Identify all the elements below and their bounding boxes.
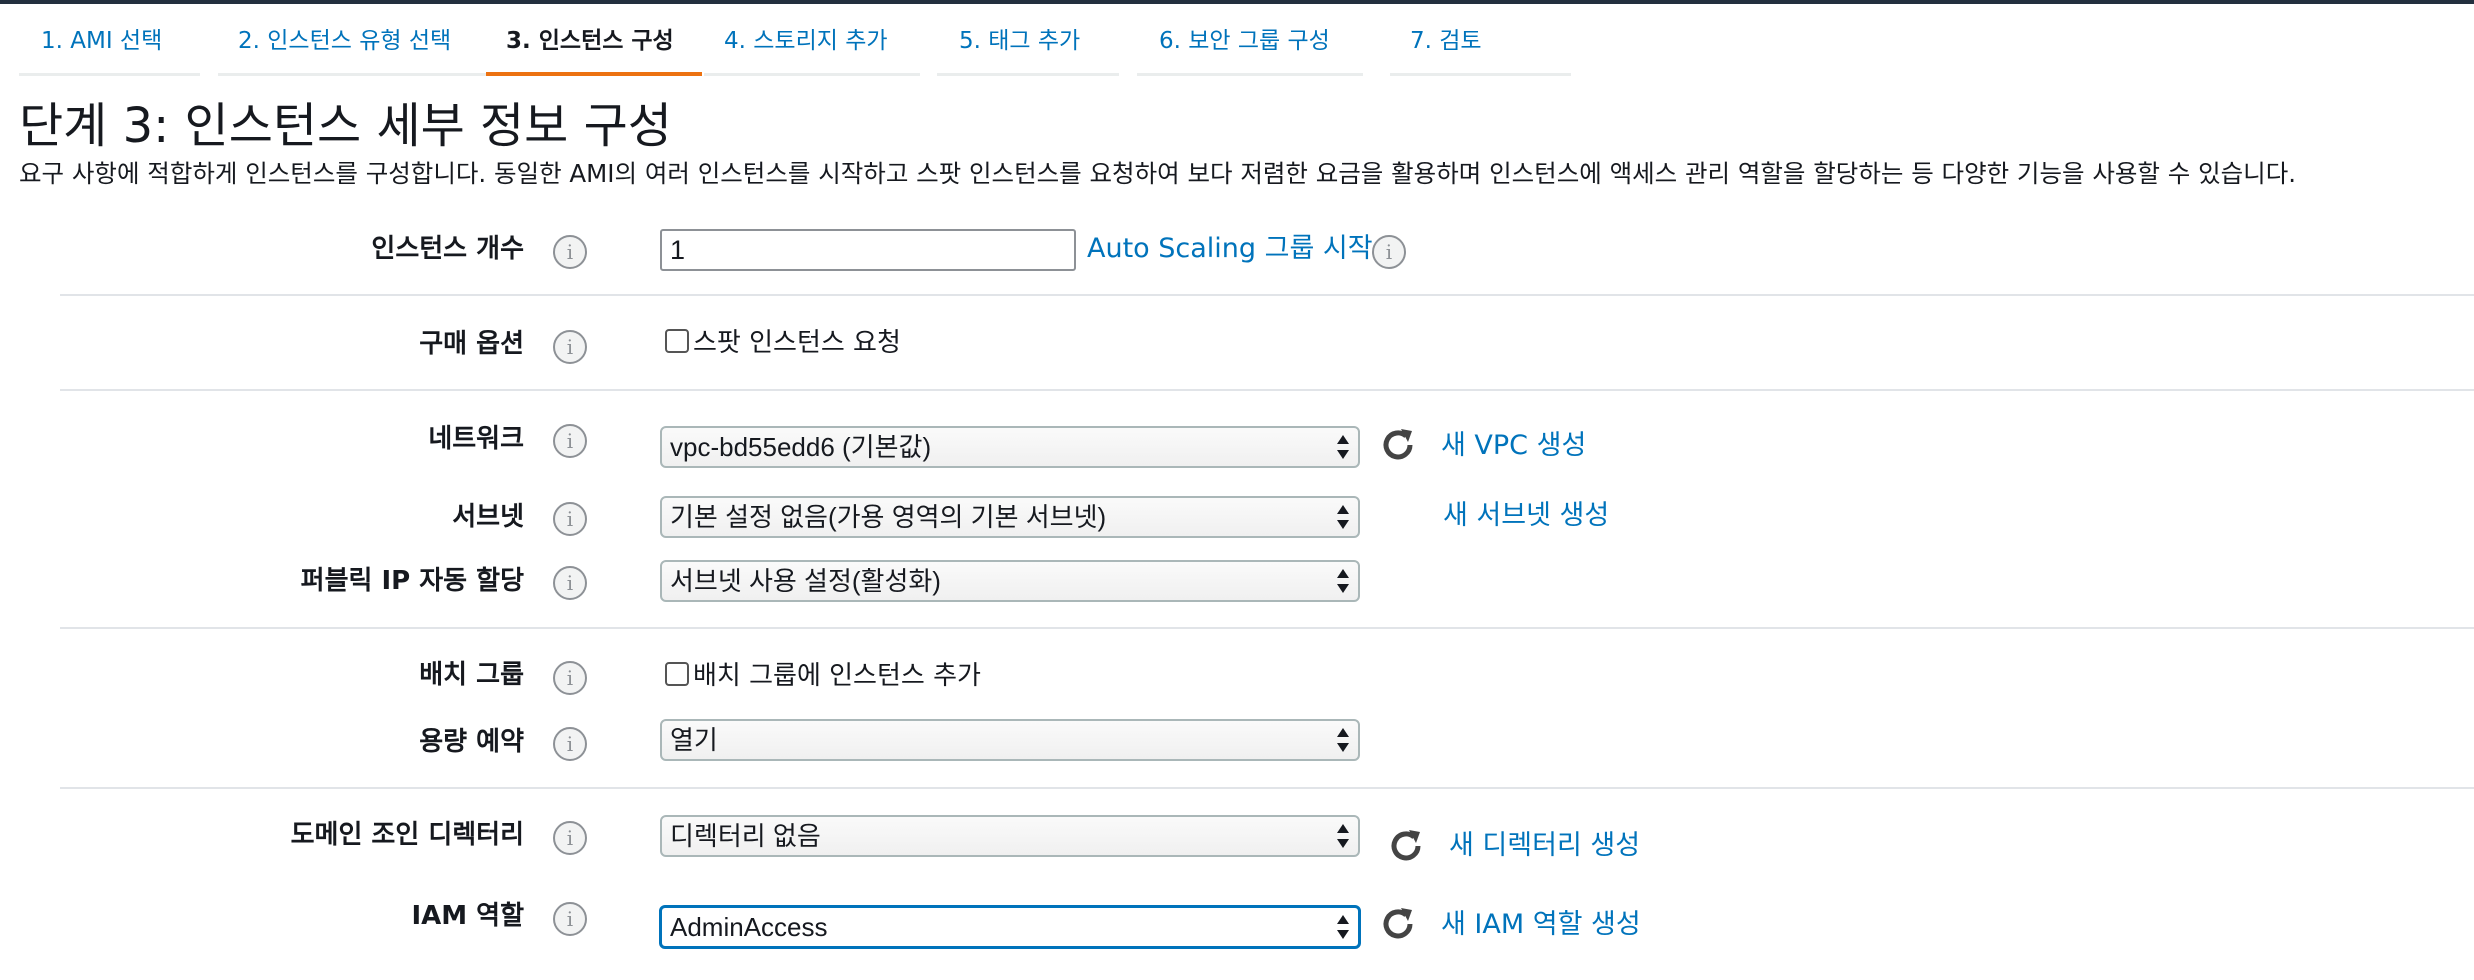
network-select[interactable]: vpc-bd55edd6 (기본값) [660,426,1360,468]
select-arrows-icon [1337,505,1349,529]
info-icon[interactable] [553,424,587,458]
page-description: 요구 사항에 적합하게 인스턴스를 구성합니다. 동일한 AMI의 여러 인스턴… [19,159,2297,188]
tab-add-storage[interactable]: 4. 스토리지 추가 [704,18,920,76]
auto-scaling-link[interactable]: Auto Scaling 그룹 시작 [1087,232,1373,266]
tab-label: 5. 태그 추가 [959,28,1081,54]
placement-group-checkbox[interactable] [665,662,689,686]
spot-request-label[interactable]: 스팟 인스턴스 요청 [693,328,901,358]
create-subnet-link[interactable]: 새 서브넷 생성 [1443,499,1609,533]
purchase-option-label: 구매 옵션 [419,329,524,359]
select-arrows-icon [1337,569,1349,593]
public-ip-select[interactable]: 서브넷 사용 설정(활성화) [660,560,1360,602]
tab-label: 4. 스토리지 추가 [724,28,888,54]
create-vpc-link[interactable]: 새 VPC 생성 [1441,429,1586,463]
iam-role-select[interactable]: AdminAccess [659,905,1361,949]
info-icon[interactable] [553,235,587,269]
info-icon[interactable] [553,821,587,855]
public-ip-value: 서브넷 사용 설정(활성화) [670,566,941,596]
divider [60,627,2474,629]
network-value: vpc-bd55edd6 (기본값) [670,432,932,462]
domain-join-label: 도메인 조인 디렉터리 [290,820,524,850]
info-icon[interactable] [553,330,587,364]
capacity-reservation-select[interactable]: 열기 [660,719,1360,761]
divider [60,389,2474,391]
capacity-reservation-value: 열기 [670,725,718,755]
page-title: 단계 3: 인스턴스 세부 정보 구성 [19,98,672,154]
subnet-value: 기본 설정 없음(가용 영역의 기본 서브넷) [670,502,1107,532]
tab-label: 1. AMI 선택 [41,28,163,54]
tab-review[interactable]: 7. 검토 [1390,18,1571,76]
instance-count-input[interactable]: 1 [660,229,1076,271]
tab-label: 6. 보안 그룹 구성 [1159,28,1330,54]
info-icon[interactable] [553,902,587,936]
placement-group-checkbox-label[interactable]: 배치 그룹에 인스턴스 추가 [693,661,981,691]
info-icon[interactable] [553,727,587,761]
refresh-icon[interactable] [1378,904,1418,944]
info-icon[interactable] [553,661,587,695]
info-icon[interactable] [553,566,587,600]
tab-security-group[interactable]: 6. 보안 그룹 구성 [1137,18,1363,76]
tab-add-tags[interactable]: 5. 태그 추가 [937,18,1119,76]
divider [60,787,2474,789]
refresh-icon[interactable] [1378,425,1418,465]
iam-role-label: IAM 역할 [411,901,524,931]
subnet-label: 서브넷 [452,502,524,532]
capacity-reservation-label: 용량 예약 [419,727,524,757]
info-icon[interactable] [553,502,587,536]
refresh-icon[interactable] [1386,826,1426,866]
create-directory-link[interactable]: 새 디렉터리 생성 [1449,829,1640,863]
info-icon[interactable] [1372,235,1406,269]
domain-join-select[interactable]: 디렉터리 없음 [660,815,1360,857]
create-iam-role-link[interactable]: 새 IAM 역할 생성 [1441,908,1641,942]
instance-count-label: 인스턴스 개수 [371,234,524,264]
subnet-select[interactable]: 기본 설정 없음(가용 영역의 기본 서브넷) [660,496,1360,538]
iam-role-value: AdminAccess [670,912,828,942]
tab-ami-select[interactable]: 1. AMI 선택 [19,18,200,76]
tab-instance-type[interactable]: 2. 인스턴스 유형 선택 [218,18,486,76]
spot-request-checkbox[interactable] [665,329,689,353]
select-arrows-icon [1337,435,1349,459]
select-arrows-icon [1337,915,1349,939]
spot-request-option: 스팟 인스턴스 요청 [665,326,901,360]
placement-group-option: 배치 그룹에 인스턴스 추가 [665,659,981,693]
tab-label: 3. 인스턴스 구성 [506,28,674,54]
network-label: 네트워크 [428,424,524,454]
select-arrows-icon [1337,824,1349,848]
placement-group-label: 배치 그룹 [419,660,524,690]
divider [60,294,2474,296]
tab-label: 2. 인스턴스 유형 선택 [238,28,452,54]
select-arrows-icon [1337,728,1349,752]
public-ip-label: 퍼블릭 IP 자동 할당 [300,566,524,596]
top-bar [0,0,2474,4]
tab-configure-instance[interactable]: 3. 인스턴스 구성 [486,18,702,76]
domain-join-value: 디렉터리 없음 [670,821,821,851]
tab-label: 7. 검토 [1410,28,1482,54]
